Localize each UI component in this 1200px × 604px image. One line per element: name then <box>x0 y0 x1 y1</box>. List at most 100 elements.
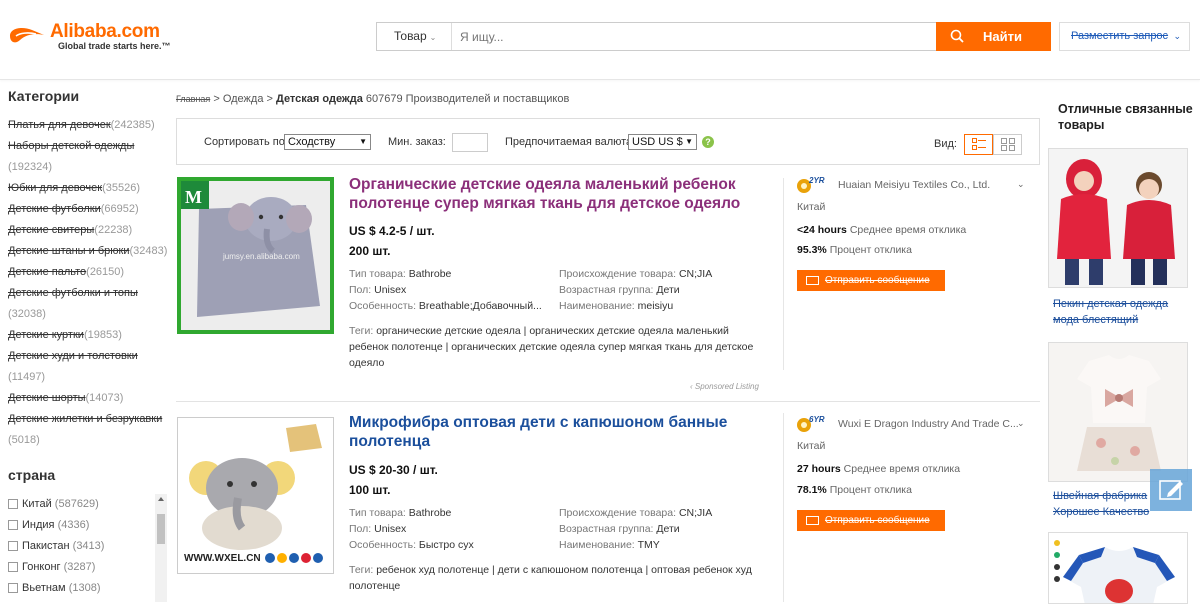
attribute-value: Unisex <box>374 284 407 296</box>
search-button[interactable]: Найти <box>936 22 1051 51</box>
category-name[interactable]: Детские куртки <box>8 329 84 341</box>
country-count: (1308) <box>68 582 101 594</box>
chevron-down-icon: ⌄ <box>429 33 437 42</box>
category-item[interactable]: Детские жилетки и безрукавки (5018) <box>8 409 168 451</box>
product-attribute: Особенность: Быстро сух <box>349 539 474 551</box>
attribute-key: Пол: <box>349 284 375 296</box>
category-name[interactable]: Платья для девочек <box>8 119 111 131</box>
category-item[interactable]: Детские штаны и брюки(32483) <box>8 241 168 262</box>
category-name[interactable]: Детские пальто <box>8 266 86 278</box>
category-count: (11497) <box>8 371 46 383</box>
contact-supplier-button[interactable]: Отправить сообщение <box>797 510 945 531</box>
country-count: (4336) <box>57 519 90 531</box>
search-input[interactable] <box>453 23 933 50</box>
sort-select[interactable]: Сходству ▼ <box>284 134 371 150</box>
related-product-caption[interactable]: Пекин детская одежда мода блестящий <box>1053 296 1193 328</box>
country-checkbox[interactable] <box>8 499 18 509</box>
attribute-value: Дети <box>656 284 680 296</box>
product-title[interactable]: Микрофибра оптовая дети с капюшоном банн… <box>349 413 769 451</box>
supplier-name[interactable]: Wuxi E Dragon Industry And Trade C... <box>838 418 1023 430</box>
category-item[interactable]: Детские пальто(26150) <box>8 262 168 283</box>
category-item[interactable]: Детские футболки(66952) <box>8 199 168 220</box>
response-time-value: 27 hours <box>797 463 841 475</box>
country-heading: страна <box>8 467 56 483</box>
country-item[interactable]: Индия (4336) <box>8 515 168 536</box>
category-count: (5018) <box>8 434 40 446</box>
related-product-image[interactable] <box>1048 148 1188 288</box>
feedback-button[interactable] <box>1150 469 1192 511</box>
attribute-value: Breathable;Добавочный... <box>418 300 542 312</box>
scrollbar-thumb[interactable] <box>157 514 165 544</box>
min-order-input[interactable] <box>452 133 488 152</box>
list-view-button[interactable] <box>964 134 993 155</box>
product-min-order: 100 шт. <box>349 483 391 497</box>
category-name[interactable]: Детские футболки и топы <box>8 287 138 299</box>
product-image[interactable]: M jumsy.en.alibaba.com <box>177 177 334 334</box>
scroll-up-icon[interactable] <box>158 497 164 501</box>
filter-sidebar: Категории Платья для девочек(242385) Наб… <box>8 88 168 599</box>
contact-supplier-button[interactable]: Отправить сообщение <box>797 270 945 291</box>
tag-links[interactable]: органические детские одеяла | органическ… <box>349 325 753 369</box>
country-item[interactable]: Пакистан (3413) <box>8 536 168 557</box>
country-item[interactable]: Вьетнам (1308) <box>8 578 168 599</box>
chevron-down-icon[interactable]: ⌄ <box>1017 179 1025 190</box>
product-title[interactable]: Органические детские одеяла маленький ре… <box>349 175 769 213</box>
country-item[interactable]: Гонконг (3287) <box>8 557 168 578</box>
supplier-response-rate: 95.3% Процент отклика <box>797 244 912 256</box>
country-name: Китай <box>22 498 52 510</box>
country-count: (3413) <box>72 540 105 552</box>
category-name[interactable]: Детские шорты <box>8 392 86 404</box>
country-count: (3287) <box>63 561 96 573</box>
attribute-key: Особенность: <box>349 539 419 551</box>
search-category-select[interactable]: Товар ⌄ <box>377 23 452 50</box>
category-name[interactable]: Юбки для девочек <box>8 182 102 194</box>
category-count: (192324) <box>8 161 53 173</box>
response-rate-value: 78.1% <box>797 484 827 496</box>
supplier-name[interactable]: Huaian Meisiyu Textiles Co., Ltd. <box>838 179 1023 191</box>
category-item[interactable]: Детские футболки и топы (32038) <box>8 283 168 325</box>
product-image[interactable]: WWW.WXEL.CN <box>177 417 334 574</box>
chevron-down-icon[interactable]: ⌄ <box>1017 418 1025 429</box>
grid-view-button[interactable] <box>993 134 1022 155</box>
category-name[interactable]: Детские футболки <box>8 203 101 215</box>
response-rate-label: Процент отклика <box>826 244 912 256</box>
country-list-scrollbar[interactable] <box>155 494 167 602</box>
category-name[interactable]: Детские штаны и брюки <box>8 245 129 257</box>
related-product-image[interactable] <box>1048 342 1188 482</box>
card-divider <box>783 413 784 602</box>
category-name[interactable]: Детские свитеры <box>8 224 94 236</box>
search-bar: Товар⌄ Найти <box>376 22 1051 51</box>
tag-links[interactable]: ребенок худ полотенце | дети с капюшоном… <box>349 564 752 592</box>
category-item[interactable]: Детские куртки(19853) <box>8 325 168 346</box>
breadcrumb-clothing[interactable]: Одежда <box>223 93 264 105</box>
currency-select[interactable]: USD US $ ▼ <box>628 134 697 150</box>
country-checkbox[interactable] <box>8 562 18 572</box>
attribute-value: meisiyu <box>637 300 674 312</box>
kids-jackets-image <box>1049 149 1187 287</box>
alibaba-logo[interactable]: Alibaba.com Global trade starts here.™ <box>6 20 181 56</box>
attribute-key: Наименование: <box>559 300 638 312</box>
category-name[interactable]: Наборы детской одежды <box>8 140 134 152</box>
currency-value: USD US $ <box>632 136 683 148</box>
breadcrumb-home[interactable]: Главная <box>176 94 210 104</box>
response-time-label: Среднее время отклика <box>840 463 961 475</box>
category-name[interactable]: Детские худи и толстовки <box>8 350 138 362</box>
country-item[interactable]: Китай (587629) <box>8 494 168 515</box>
category-item[interactable]: Платья для девочек(242385) <box>8 115 168 136</box>
category-item[interactable]: Юбки для девочек(35526) <box>8 178 168 199</box>
category-item[interactable]: Детские худи и толстовки (11497) <box>8 346 168 388</box>
country-checkbox[interactable] <box>8 520 18 530</box>
category-item[interactable]: Наборы детской одежды (192324) <box>8 136 168 178</box>
post-request-button[interactable]: Разместить запрос ⌄ <box>1059 22 1190 51</box>
help-icon[interactable]: ? <box>702 136 714 148</box>
girls-outfit-image <box>1049 343 1187 481</box>
supplier-response-time: <24 hours Среднее время отклика <box>797 224 966 236</box>
country-checkbox[interactable] <box>8 541 18 551</box>
related-product-image[interactable] <box>1048 532 1188 604</box>
category-name[interactable]: Детские жилетки и безрукавки <box>8 413 162 425</box>
category-item[interactable]: Детские шорты(14073) <box>8 388 168 409</box>
contact-supplier-label: Отправить сообщение <box>825 275 930 286</box>
logo-tagline: Global trade starts here.™ <box>58 41 171 51</box>
country-checkbox[interactable] <box>8 583 18 593</box>
category-item[interactable]: Детские свитеры(22238) <box>8 220 168 241</box>
